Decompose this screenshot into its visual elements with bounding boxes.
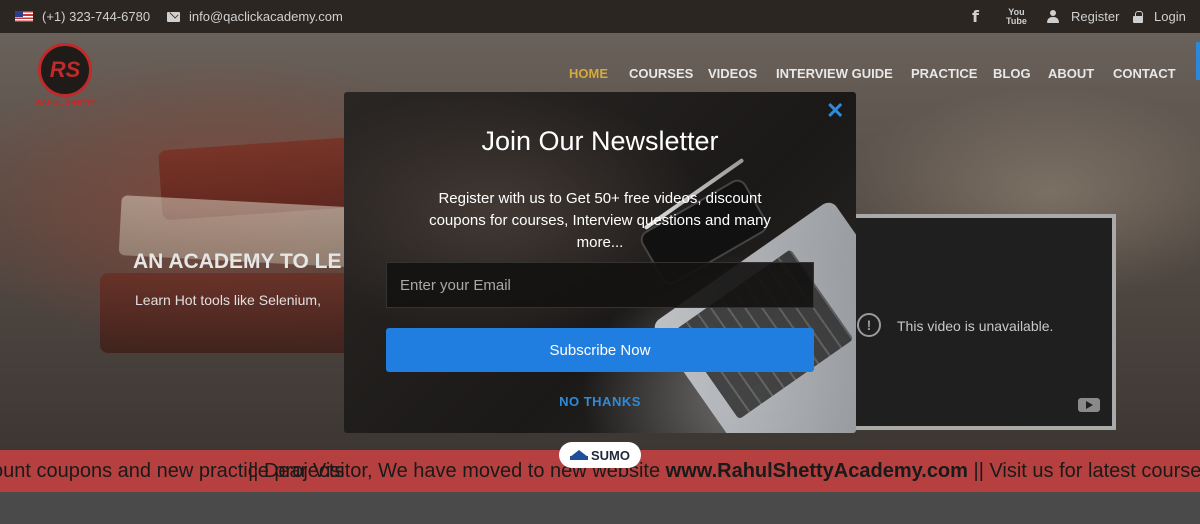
nav-interview-guide[interactable]: INTERVIEW GUIDE	[776, 66, 893, 84]
hero-subtitle: Learn Hot tools like Selenium,	[135, 292, 321, 308]
close-icon[interactable]: ✕	[826, 100, 844, 122]
top-bar: (+1) 323-744-6780 info@qaclickacademy.co…	[0, 0, 1200, 33]
facebook-icon[interactable]: f	[972, 0, 979, 33]
nav-courses[interactable]: COURSES	[629, 66, 693, 84]
nav-home[interactable]: HOME	[569, 66, 608, 84]
contact-email[interactable]: info@qaclickacademy.com	[189, 0, 343, 33]
sumo-label: SUMO	[591, 447, 630, 463]
user-icon	[1047, 0, 1059, 33]
lock-icon	[1133, 0, 1143, 33]
modal-title: Join Our Newsletter	[481, 126, 719, 156]
nav-about[interactable]: ABOUT	[1048, 66, 1094, 84]
login-link[interactable]: Login	[1154, 0, 1186, 33]
marquee-link[interactable]: www.RahulShettyAcademy.com	[666, 460, 968, 482]
subscribe-button[interactable]: Subscribe Now	[386, 328, 814, 372]
scrollbar-thumb[interactable]	[1196, 42, 1200, 80]
sumo-badge[interactable]: SUMO	[559, 442, 641, 468]
mail-icon	[167, 0, 180, 33]
hero-title: AN ACADEMY TO LE	[133, 250, 342, 273]
crown-icon	[570, 450, 588, 460]
marquee-suffix: || Visit us for latest courses	[967, 460, 1200, 482]
nav-blog[interactable]: BLOG	[993, 66, 1031, 84]
youtube-icon[interactable]: You Tube	[1006, 0, 1027, 33]
modal-description: Register with us to Get 50+ free videos,…	[429, 190, 771, 251]
email-field[interactable]	[386, 262, 814, 308]
video-player[interactable]: ! This video is unavailable.	[840, 214, 1116, 430]
site-logo[interactable]: RS RAHUL SHETTY	[30, 43, 102, 113]
nav-contact[interactable]: CONTACT	[1113, 66, 1176, 84]
page-bottom	[0, 492, 1200, 524]
video-unavailable-message: This video is unavailable.	[897, 318, 1054, 334]
logo-text: RAHUL SHETTY	[35, 98, 97, 107]
marquee-text: || Dear Visitor, We have moved to new we…	[248, 460, 1200, 483]
no-thanks-button[interactable]: NO THANKS	[344, 394, 856, 409]
us-flag-icon	[15, 0, 33, 33]
phone-number[interactable]: (+1) 323-744-6780	[42, 0, 150, 33]
nav-practice[interactable]: PRACTICE	[911, 66, 977, 84]
background-book	[100, 273, 360, 353]
youtube-logo-icon[interactable]	[1078, 398, 1100, 412]
newsletter-modal: ✕ Join Our Newsletter Register with us t…	[344, 92, 856, 433]
warning-icon: !	[857, 313, 881, 337]
nav-videos[interactable]: VIDEOS	[708, 66, 757, 84]
register-link[interactable]: Register	[1071, 0, 1119, 33]
logo-monogram: RS	[38, 43, 92, 97]
